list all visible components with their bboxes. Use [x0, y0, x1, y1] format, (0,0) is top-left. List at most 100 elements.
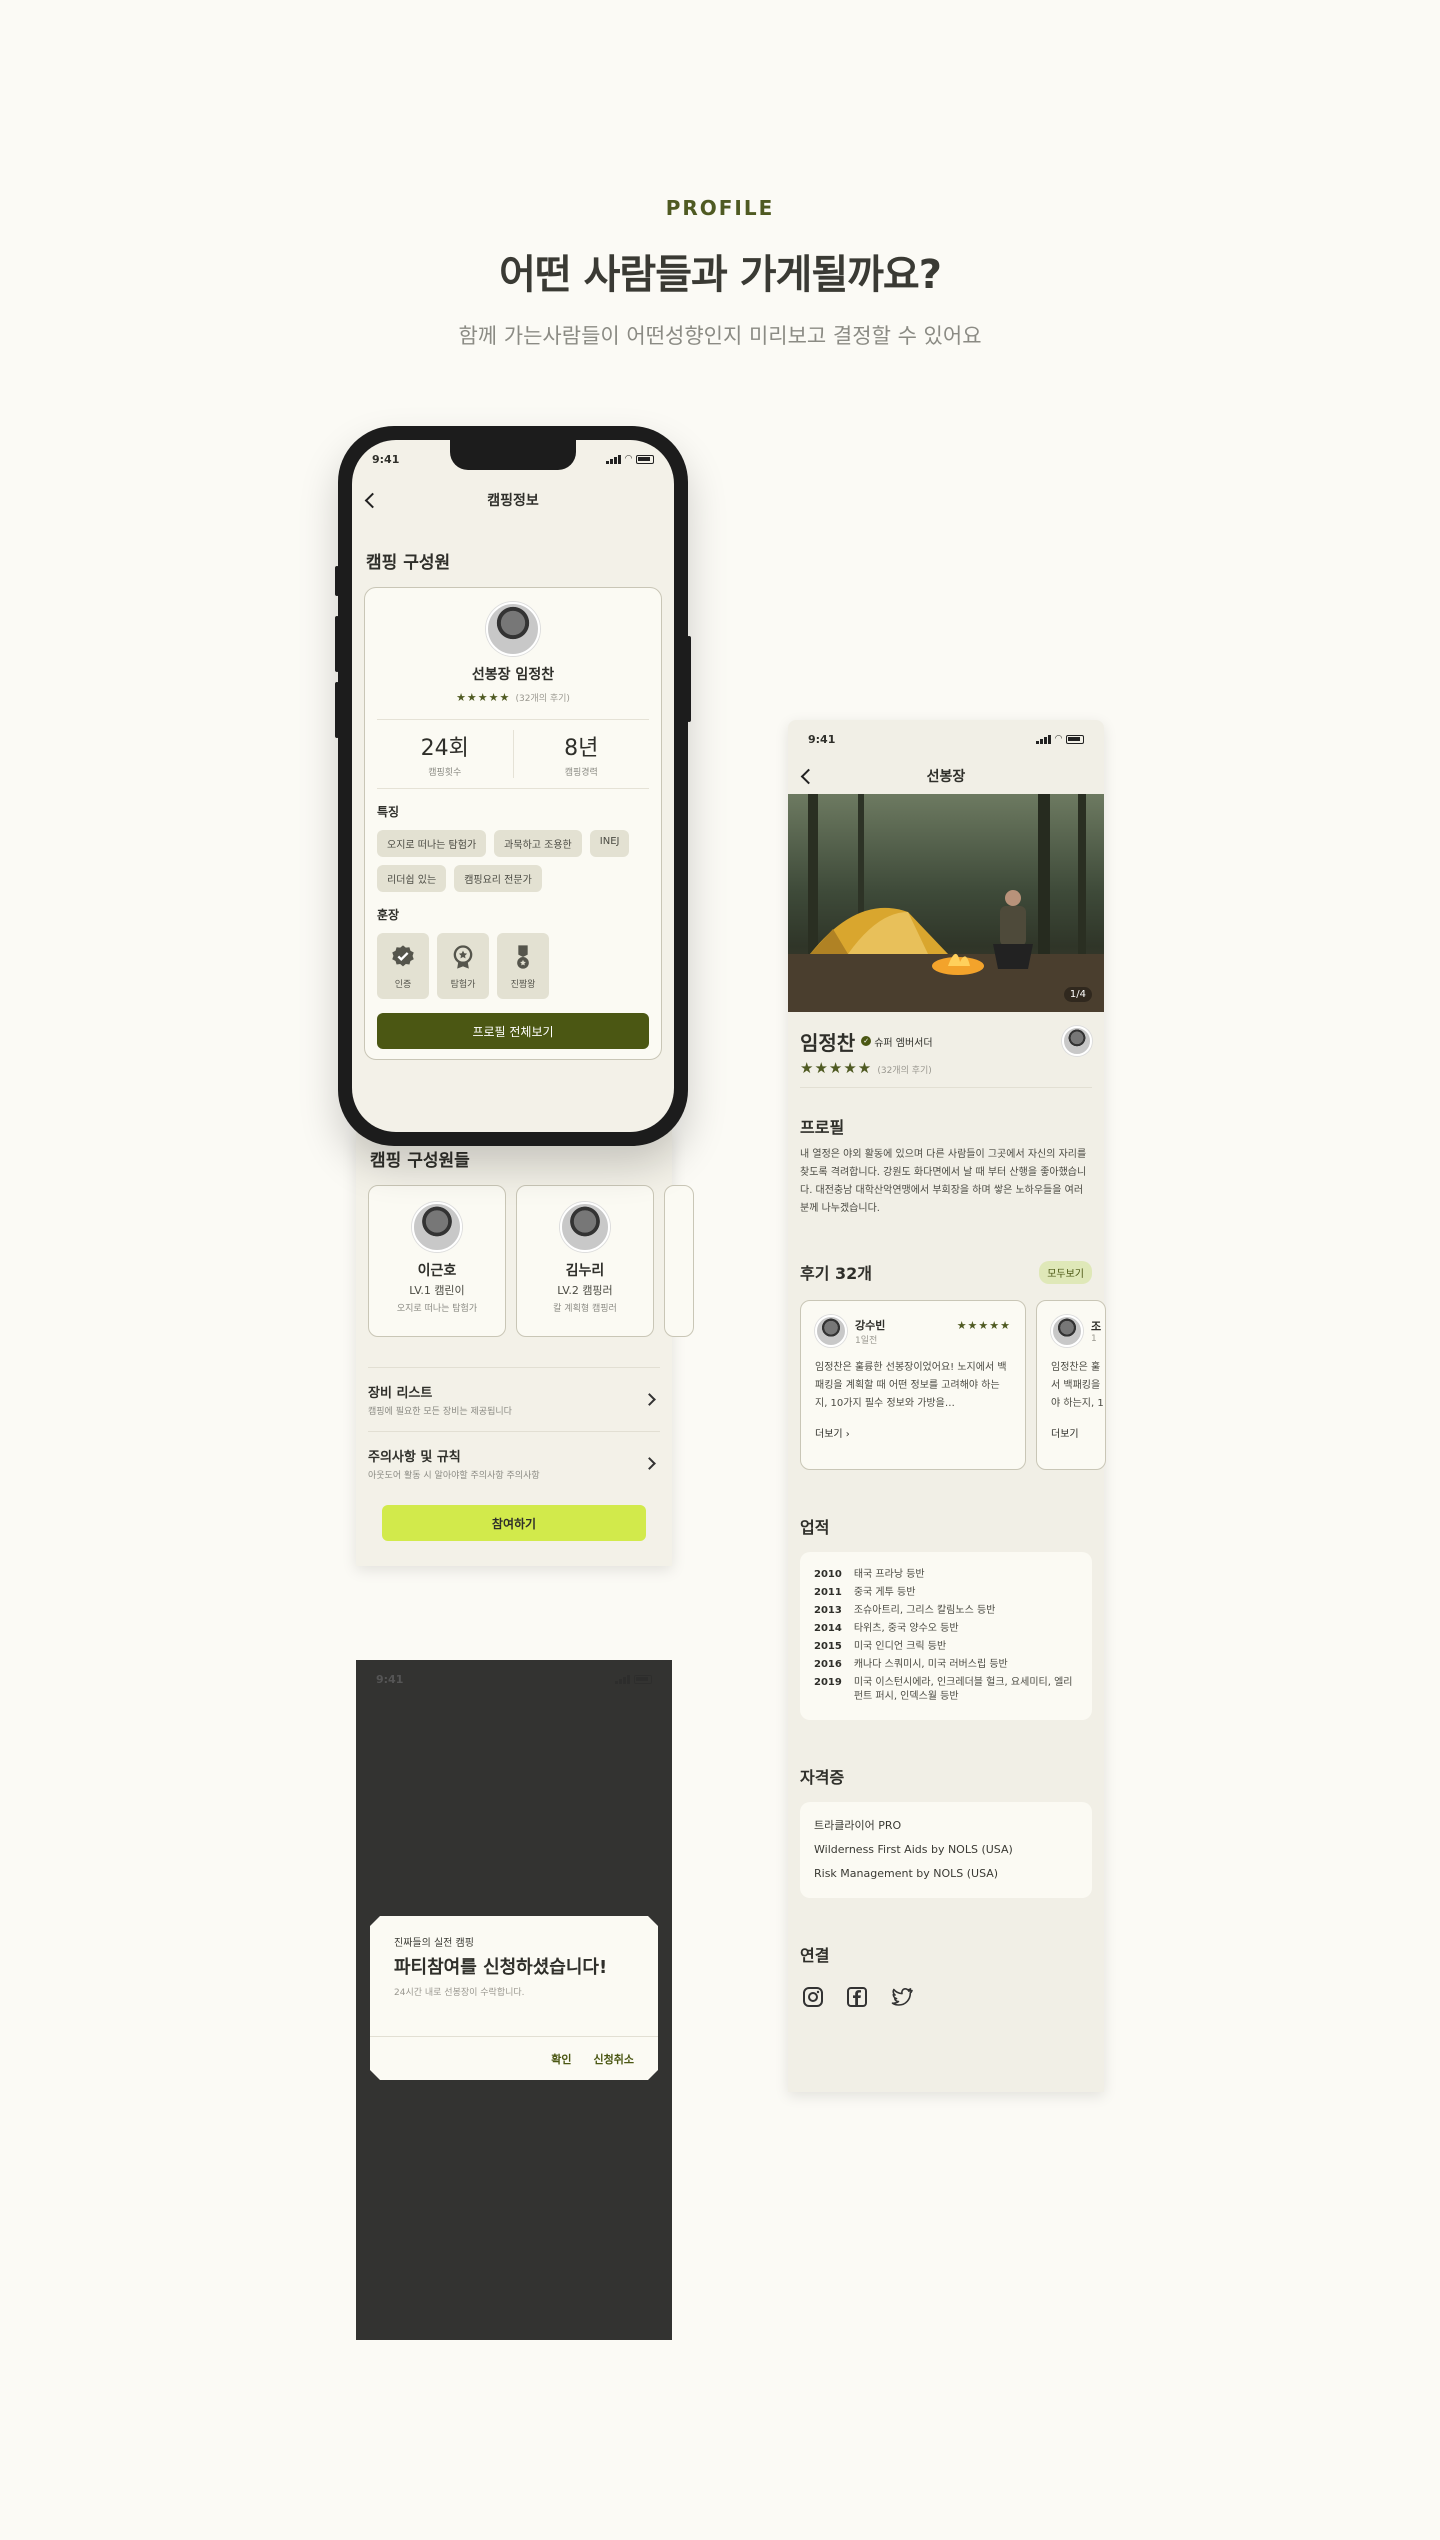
application-modal-screen: 9:41 진짜들의 실전 캠핑 파티참여를 신청하셨습니다! 24시간 내로 선… — [356, 1660, 672, 2340]
leader-card: 선봉장 임정찬 ★★★★★ (32개의 후기) 24회 캠핑횟수 8년 캠핑경력… — [364, 587, 662, 1060]
reviews-list: 강수빈 1일전 ★★★★★ 임정찬은 훌륭한 선봉장이었어요! 노지에서 백패킹… — [788, 1300, 1106, 1470]
star-rating: ★★★★★ — [456, 691, 511, 704]
phone-mockup: 9:41 ◠ 캠핑정보 캠핑 구성원 선봉장 임정찬 ★★★★★ (32개의 후… — [335, 426, 691, 1146]
confirm-button[interactable]: 확인 — [551, 2051, 571, 2067]
achievement-row: 2019 미국 이스턴시에라, 인크레더블 헐크, 요세미티, 엘리펀트 퍼시, … — [814, 1676, 1078, 1704]
star-rating: ★★★★★ — [800, 1059, 873, 1077]
achievements-box: 2010 태국 프라낭 등반 2011 중국 게투 등반 2013 조슈아트리, 그리… — [800, 1552, 1092, 1720]
camp-photo[interactable]: 1/4 — [788, 794, 1104, 1012]
ach-year: 2019 — [814, 1677, 842, 1688]
stat-label: 캠핑경력 — [564, 768, 598, 778]
review-count: (32개의 후기) — [515, 694, 570, 704]
profile-avatar — [1062, 1026, 1092, 1056]
battery-icon — [1066, 734, 1084, 744]
review-card[interactable]: 조 1 임정찬은 훌 서 백패킹을 야 하는지, 1 더보기 — [1036, 1300, 1106, 1470]
dialog-kicker: 진짜들의 실전 캠핑 — [394, 1938, 474, 1949]
ach-text: 조슈아트리, 그리스 칼림노스 등반 — [853, 1605, 996, 1616]
see-all-button[interactable]: 모두보기 — [1039, 1260, 1092, 1284]
section-title: 캠핑 구성원 — [366, 553, 451, 573]
medals-title: 훈장 — [377, 908, 400, 922]
twitter-icon[interactable] — [888, 1984, 914, 2010]
achievement-row: 2010 태국 프라낭 등반 — [814, 1568, 1078, 1582]
cert-item: Risk Management by NOLS (USA) — [814, 1867, 999, 1880]
trait-chip: 과묵하고 조용한 — [494, 830, 582, 857]
reviewer-avatar — [815, 1315, 847, 1347]
reviewer-name: 조 — [1091, 1320, 1102, 1333]
profile-name: 임정찬 — [800, 1030, 856, 1055]
dialog-sub: 24시간 내로 선봉장이 수락합니다. — [394, 1988, 525, 1998]
trait-chip: 오지로 떠나는 탐험가 — [377, 830, 487, 857]
chevron-right-icon — [643, 1457, 656, 1470]
stat-label: 캠핑횟수 — [428, 768, 462, 778]
signal-icon — [615, 1674, 630, 1684]
gear-list-title: 장비 리스트 — [368, 1386, 433, 1401]
ach-year: 2010 — [814, 1569, 842, 1580]
photo-counter: 1/4 — [1063, 987, 1092, 1002]
medal-label: 인증 — [394, 979, 412, 990]
gear-list-row[interactable]: 장비 리스트 캠핑에 필요한 모든 장비는 제공됩니다 — [368, 1367, 660, 1431]
stat-camping-years: 8년 캠핑경력 — [512, 730, 650, 778]
review-time: 1일전 — [855, 1335, 878, 1346]
nav-title: 캠핑정보 — [487, 493, 539, 509]
stat-value: 8년 — [564, 736, 599, 761]
cancel-application-button[interactable]: 신청취소 — [594, 2051, 634, 2067]
chevron-right-icon: › — [845, 1429, 850, 1440]
ach-text: 미국 인디언 크릭 등반 — [853, 1641, 947, 1652]
certs-section: 자격증 트라클라이어 PRO Wilderness First Aids by … — [788, 1764, 1104, 1898]
check-icon: ✓ — [861, 1036, 872, 1046]
medals: 인증 탐험가 진짬왕 — [377, 933, 649, 999]
achievements-title: 업적 — [800, 1518, 830, 1537]
review-more-link[interactable]: 더보기 › — [815, 1425, 1011, 1440]
review-card[interactable]: 강수빈 1일전 ★★★★★ 임정찬은 훌륭한 선봉장이었어요! 노지에서 백패킹… — [800, 1300, 1026, 1470]
rules-sub: 아웃도어 활동 시 알아야할 주의사항 주의사항 — [368, 1471, 540, 1481]
cert-item: 트라클라이어 PRO — [814, 1819, 902, 1832]
navbar: 선봉장 — [788, 758, 1104, 794]
instagram-icon[interactable] — [800, 1984, 826, 2010]
reviews-title: 후기 32개 — [800, 1264, 872, 1283]
status-time: 9:41 — [376, 1672, 404, 1686]
verified-icon — [392, 944, 414, 966]
achievement-row: 2011 중국 게투 등반 — [814, 1586, 1078, 1600]
traits: 오지로 떠나는 탐험가 과묵하고 조용한 INEJ 리더쉽 있는 캠핑요리 전문… — [377, 830, 649, 892]
join-button[interactable]: 참여하기 — [382, 1505, 646, 1541]
profile-section: 프로필 내 열정은 야외 활동에 있으며 다른 사람들이 그곳에서 자신의 자리… — [788, 1114, 1104, 1218]
achievement-row: 2016 캐나다 스쿼미시, 미국 러버스립 등반 — [814, 1658, 1078, 1672]
stat-value: 24회 — [420, 736, 469, 761]
leader-profile-screen: 9:41 ◠ 선봉장 1/4 임정찬 ✓ 슈퍼 엠버서더 ★★★★★ (32개의… — [788, 720, 1106, 2092]
review-time: 1 — [1091, 1334, 1097, 1344]
phone-notch — [450, 440, 576, 470]
profile-intro: 내 열정은 야외 활동에 있으며 다른 사람들이 그곳에서 자신의 자리를 찾도… — [800, 1149, 1087, 1214]
leader-avatar — [486, 602, 540, 656]
certs-title: 자격증 — [800, 1768, 845, 1787]
ach-text: 태국 프라낭 등반 — [853, 1569, 925, 1580]
review-stars: ★★★★★ — [956, 1318, 1011, 1332]
medal-badge: 진짬왕 — [497, 933, 549, 999]
ach-year: 2013 — [814, 1605, 842, 1616]
member-card[interactable]: 김누리 LV.2 캠핑러 칼 계획형 캠핑러 — [516, 1185, 654, 1337]
member-name: 이근호 — [417, 1263, 457, 1279]
rules-row[interactable]: 주의사항 및 규칙 아웃도어 활동 시 알아야할 주의사항 주의사항 — [368, 1431, 660, 1495]
full-profile-button[interactable]: 프로필 전체보기 — [377, 1013, 649, 1049]
camp-photo-illustration — [788, 794, 1104, 1012]
review-text: 임정찬은 훌 서 백패킹을 야 하는지, 1 — [1051, 1362, 1104, 1409]
member-desc: 오지로 떠나는 탐험가 — [396, 1304, 478, 1314]
ach-year: 2015 — [814, 1641, 842, 1652]
member-card[interactable]: 이근호 LV.1 캠린이 오지로 떠나는 탐험가 — [368, 1185, 506, 1337]
medal-label: 진짬왕 — [510, 979, 536, 990]
review-text: 임정찬은 훌륭한 선봉장이었어요! 노지에서 백패킹을 계획할 때 어떤 정보를… — [815, 1362, 1007, 1409]
back-arrow-icon[interactable] — [798, 766, 818, 786]
back-arrow-icon[interactable] — [362, 490, 382, 510]
traits-title: 특징 — [377, 805, 400, 819]
member-card-partial[interactable] — [664, 1185, 694, 1337]
review-more-link[interactable]: 더보기 — [1051, 1425, 1091, 1440]
facebook-icon[interactable] — [844, 1984, 870, 2010]
medal-label: 탐험가 — [450, 979, 476, 990]
signal-icon — [1036, 734, 1052, 744]
connect-title: 연결 — [800, 1946, 830, 1965]
ambassador-badge: ✓ 슈퍼 엠버서더 — [861, 1034, 933, 1049]
certs-box: 트라클라이어 PRO Wilderness First Aids by NOLS… — [800, 1802, 1092, 1898]
medal-badge: 인증 — [377, 933, 429, 999]
dialog-actions: 확인 신청취소 — [370, 2036, 658, 2080]
ach-text: 중국 게투 등반 — [853, 1587, 916, 1598]
social-links — [800, 1984, 1092, 2010]
